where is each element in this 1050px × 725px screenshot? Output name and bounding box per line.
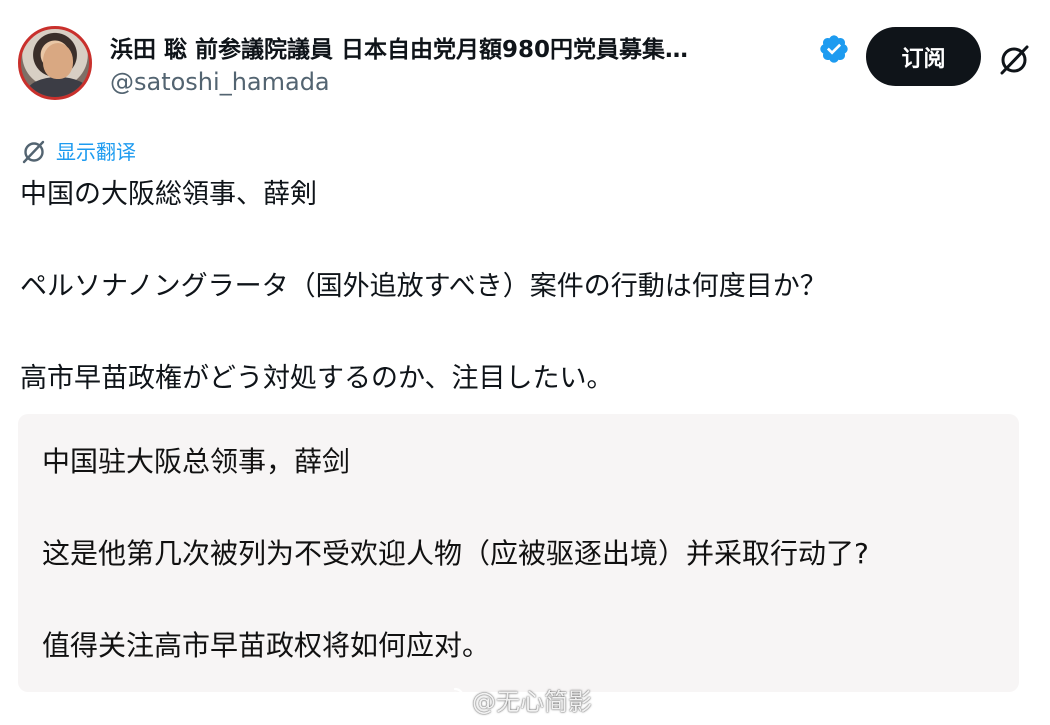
grok-icon[interactable]: [996, 42, 1032, 78]
tweet-body: 中国の大阪総領事、薛剣 ペルソナノングラータ（国外追放すべき）案件の行動は何度目…: [20, 172, 1030, 402]
weibo-icon: [431, 687, 465, 714]
show-translation-label[interactable]: 显示翻译: [56, 136, 136, 165]
tweet-card: 浜田 聡 前参議院議員 日本自由党月額980円党員募集… @satoshi_ha…: [0, 0, 1050, 725]
avatar-face: [43, 43, 73, 79]
avatar-shirt: [27, 77, 89, 97]
watermark-text: @无心简影: [472, 688, 592, 716]
slashed-circle-icon: [22, 140, 45, 163]
show-translation-link[interactable]: 显示翻译: [20, 136, 136, 165]
translation-line: 这是他第几次被列为不受欢迎人物（应被驱逐出境）并采取行动了?: [42, 537, 869, 570]
subscribe-button[interactable]: 订阅: [866, 27, 981, 86]
translation-line: 值得关注高市早苗政权将如何应对。: [42, 629, 491, 662]
tweet-line: 中国の大阪総領事、薛剣: [20, 179, 317, 210]
author-handle[interactable]: @satoshi_hamada: [110, 68, 330, 96]
verified-badge-icon: [820, 35, 848, 63]
translation-box: 中国驻大阪总领事，薛剑 这是他第几次被列为不受欢迎人物（应被驱逐出境）并采取行动…: [18, 414, 1019, 692]
author-display-name[interactable]: 浜田 聡 前参議院議員 日本自由党月額980円党員募集…: [110, 30, 688, 64]
tweet-line: 高市早苗政権がどう対処するのか、注目したい。: [20, 363, 614, 394]
avatar[interactable]: [18, 26, 92, 100]
translation-line: 中国驻大阪总领事，薛剑: [42, 445, 351, 478]
translation-text: 中国驻大阪总领事，薛剑 这是他第几次被列为不受欢迎人物（应被驱逐出境）并采取行动…: [42, 438, 1002, 670]
tweet-line: ペルソナノングラータ（国外追放すべき）案件の行動は何度目か？: [20, 271, 827, 302]
watermark: @无心简影: [430, 682, 592, 717]
